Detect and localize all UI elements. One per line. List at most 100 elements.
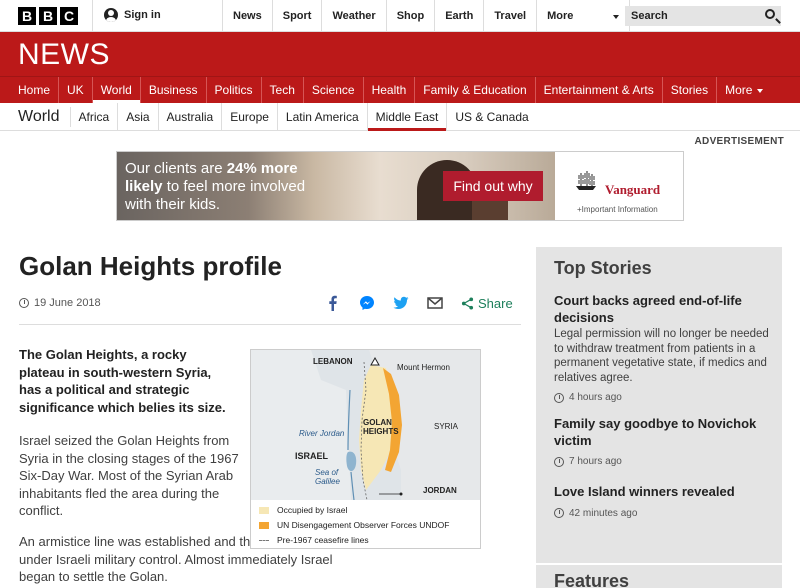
golan-heights-map: LEBANON Mount Hermon GOLAN HEIGHTS SYRIA…	[250, 349, 481, 549]
bbc-logo[interactable]: B B C	[18, 7, 78, 25]
sub-nav-latin-america[interactable]: Latin America	[278, 102, 368, 131]
article-date: 19 June 2018	[19, 297, 101, 309]
top-story-time: 42 minutes ago	[554, 508, 769, 519]
main-nav-home[interactable]: Home	[10, 77, 60, 103]
ad-brand-name: Vanguard	[605, 182, 661, 197]
article-title: Golan Heights profile	[19, 251, 282, 281]
main-nav-science[interactable]: Science	[304, 77, 364, 103]
search-input[interactable]	[625, 6, 755, 26]
ad-find-out-why-button[interactable]: Find out why	[443, 171, 543, 201]
features-panel: Features	[536, 565, 782, 588]
divider	[92, 0, 93, 32]
news-banner: NEWS	[0, 32, 800, 76]
main-nav-tech[interactable]: Tech	[262, 77, 304, 103]
sign-in-link[interactable]: Sign in	[104, 8, 161, 22]
share-label: Share	[478, 295, 513, 311]
bbc-logo-letter: B	[39, 7, 57, 25]
legend-label: Occupied by Israel	[277, 505, 348, 515]
top-story-time: 4 hours ago	[554, 392, 769, 403]
sub-nav-middle-east[interactable]: Middle East	[367, 102, 448, 131]
legend-item: Occupied by Israel	[259, 505, 347, 515]
bbc-logo-letter: C	[60, 7, 78, 25]
share-tools: Share	[325, 295, 513, 311]
section-title[interactable]: World	[18, 106, 71, 127]
article-lead: The Golan Heights, a rocky plateau in so…	[19, 347, 226, 415]
article-date-text: 19 June 2018	[34, 297, 101, 309]
top-story-time: 7 hours ago	[554, 456, 769, 467]
top-story-time-text: 7 hours ago	[569, 456, 622, 467]
map-label-jordan: JORDAN	[423, 486, 457, 495]
main-nav-business[interactable]: Business	[141, 77, 207, 103]
top-nav-travel[interactable]: Travel	[483, 0, 536, 32]
divider	[19, 324, 521, 325]
map-label-golan-heights: GOLAN HEIGHTS	[363, 418, 399, 436]
legend-swatch	[259, 506, 269, 514]
ship-icon	[576, 171, 596, 190]
clock-icon	[554, 456, 564, 467]
email-icon[interactable]	[427, 295, 443, 311]
sub-nav-australia[interactable]: Australia	[159, 102, 223, 131]
top-nav-shop[interactable]: Shop	[385, 0, 435, 32]
ad-headline-pre: Our clients are	[125, 160, 227, 177]
main-nav-stories[interactable]: Stories	[663, 77, 718, 103]
map-label-sea-of-galilee: Sea of Galilee	[315, 468, 340, 486]
clock-icon	[554, 508, 564, 518]
map-label-mount-hermon: Mount Hermon	[397, 363, 450, 372]
sub-nav-asia[interactable]: Asia	[118, 102, 159, 131]
legend-item: UN Disengagement Observer Forces UNDOF	[259, 520, 449, 530]
clock-icon	[554, 392, 564, 403]
main-nav: Home UK World Business Politics Tech Sci…	[0, 76, 800, 103]
twitter-icon[interactable]	[393, 295, 409, 311]
share-icon	[461, 296, 474, 310]
top-stories-panel: Top Stories Court backs agreed end-of-li…	[536, 247, 782, 563]
main-nav-uk[interactable]: UK	[59, 77, 93, 103]
search-icon[interactable]	[765, 9, 775, 19]
legend-swatch	[259, 521, 269, 529]
main-nav-politics[interactable]: Politics	[207, 77, 262, 103]
map-label-israel: ISRAEL	[295, 451, 329, 461]
search-box	[625, 6, 781, 26]
main-nav-world[interactable]: World	[92, 77, 141, 103]
news-wordmark[interactable]: NEWS	[18, 38, 110, 72]
top-nav-news[interactable]: News	[222, 0, 272, 32]
main-nav-health[interactable]: Health	[364, 77, 416, 103]
ad-brand-panel: Vanguard +Important Information	[555, 152, 683, 220]
sub-nav-europe[interactable]: Europe	[222, 102, 278, 131]
top-story-title[interactable]: Family say goodbye to Novichok victim	[554, 416, 769, 449]
ad-headline: Our clients are 24% more likely to feel …	[125, 160, 325, 214]
messenger-icon[interactable]	[359, 295, 375, 311]
sign-in-label: Sign in	[124, 9, 161, 21]
top-nav-more-dropdown[interactable]: More	[536, 0, 631, 32]
ad-important-information-link[interactable]: +Important Information	[577, 205, 658, 214]
legend-swatch	[259, 539, 269, 541]
top-story[interactable]: Family say goodbye to Novichok victim 7 …	[554, 416, 769, 467]
top-nav-earth[interactable]: Earth	[434, 0, 483, 32]
map-legend: Occupied by Israel UN Disengagement Obse…	[251, 500, 480, 548]
legend-label: Pre-1967 ceasefire lines	[277, 535, 369, 545]
top-story-title[interactable]: Love Island winners revealed	[554, 484, 769, 501]
top-stories-heading: Top Stories	[554, 258, 652, 278]
bbc-logo-letter: B	[18, 7, 36, 25]
map-label-river-jordan: River Jordan	[299, 429, 345, 438]
legend-item: Pre-1967 ceasefire lines	[259, 535, 369, 545]
facebook-icon[interactable]	[325, 295, 341, 311]
top-nav-sport[interactable]: Sport	[271, 0, 322, 32]
main-nav-more[interactable]: More	[717, 77, 771, 103]
top-story-time-text: 42 minutes ago	[569, 507, 638, 519]
sub-nav-africa[interactable]: Africa	[71, 102, 119, 131]
vanguard-ad-banner[interactable]: Our clients are 24% more likely to feel …	[116, 151, 684, 221]
share-button[interactable]: Share	[461, 296, 513, 311]
clock-icon	[19, 298, 29, 308]
map-label-syria: SYRIA	[434, 422, 459, 431]
map-label-lebanon: LEBANON	[313, 357, 353, 366]
main-nav-entertainment-arts[interactable]: Entertainment & Arts	[536, 77, 663, 103]
sub-nav-us-canada[interactable]: US & Canada	[447, 103, 536, 131]
top-story[interactable]: Love Island winners revealed 42 minutes …	[554, 484, 769, 519]
top-story-time-text: 4 hours ago	[569, 392, 622, 403]
features-heading: Features	[554, 571, 630, 588]
top-story[interactable]: Court backs agreed end-of-life decisions…	[554, 293, 769, 403]
top-nav-weather[interactable]: Weather	[321, 0, 385, 32]
main-nav-family-education[interactable]: Family & Education	[415, 77, 536, 103]
top-story-title[interactable]: Court backs agreed end-of-life decisions	[554, 293, 769, 326]
advertisement-label: ADVERTISEMENT	[694, 136, 784, 147]
